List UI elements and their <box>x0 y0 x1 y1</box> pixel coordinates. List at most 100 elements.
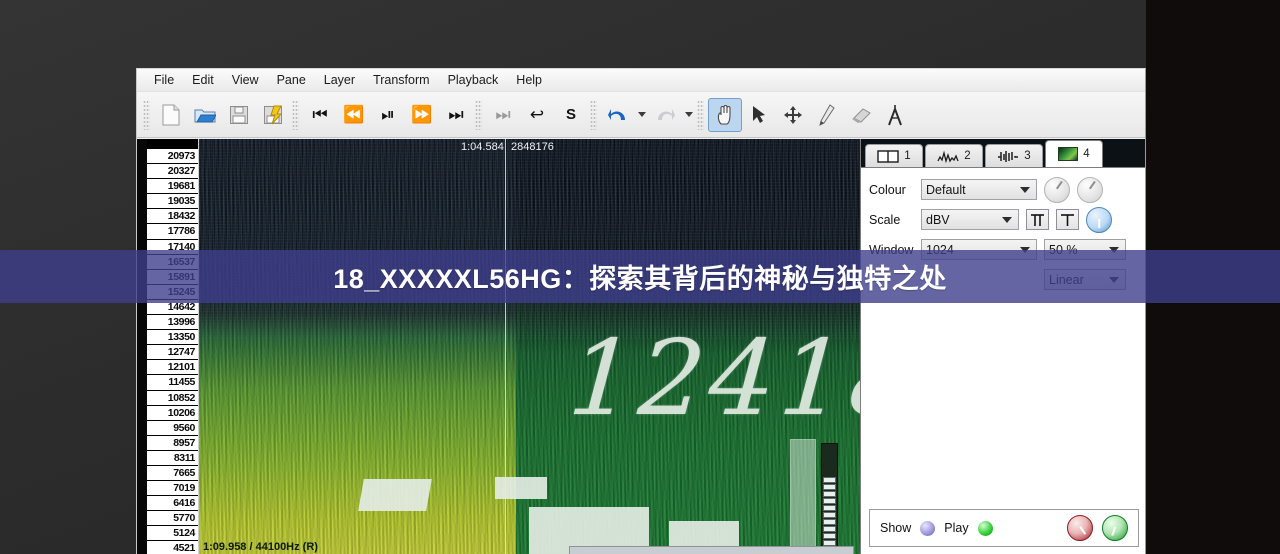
level-meter-segment <box>823 533 836 539</box>
level-meter-segment <box>823 519 836 525</box>
playback-status-label: 1:09.958 / 44100Hz (R) <box>203 541 318 553</box>
save-as-glyph <box>264 105 283 124</box>
frequency-tick: 19035 <box>147 194 198 210</box>
toolbar-grip-history[interactable] <box>590 99 597 130</box>
measure-caliper-icon[interactable] <box>878 98 912 132</box>
forward-to-end-glyph: ⏭ <box>448 105 464 124</box>
select-arrow-icon[interactable] <box>742 98 776 132</box>
undo-icon[interactable] <box>601 98 635 132</box>
menu-bar: File Edit View Pane Layer Transform Play… <box>137 69 1145 92</box>
menu-item-layer[interactable]: Layer <box>315 71 364 90</box>
play-pause-icon[interactable]: ⏯ <box>371 98 405 132</box>
open-folder-icon[interactable] <box>188 98 222 132</box>
menu-item-view[interactable]: View <box>223 71 268 90</box>
menu-item-edit[interactable]: Edit <box>183 71 223 90</box>
level-meter-segment <box>823 484 836 490</box>
redo-icon[interactable] <box>648 98 682 132</box>
toolbar: ⏮ ⏪ ⏯ ⏩ ⏭ ⏭ ↩ S <box>137 92 1145 138</box>
tab-pane-3[interactable]: 3 <box>985 144 1043 167</box>
tab-pane-4[interactable]: 4 <box>1045 140 1103 167</box>
forward-to-end-icon[interactable]: ⏭ <box>439 98 473 132</box>
spectrogram-thumb-icon <box>1058 147 1079 161</box>
open-folder-glyph <box>194 109 216 122</box>
frequency-tick: 7019 <box>147 481 198 497</box>
work-area: 20973 20327 19681 19035 18432 17786 1714… <box>137 139 1145 554</box>
rewind-to-start-icon[interactable]: ⏮ <box>303 98 337 132</box>
menu-item-help[interactable]: Help <box>507 71 551 90</box>
colour-select[interactable]: Default <box>921 179 1037 200</box>
spectrogram-canvas[interactable]: 1:04.584 2848176 12418 1:09.958 / 44100H… <box>199 139 860 554</box>
fast-forward-icon[interactable]: ⏩ <box>405 98 439 132</box>
normalize-columns-icon <box>1031 214 1044 226</box>
eraser-icon[interactable] <box>844 98 878 132</box>
audio-editor-window: File Edit View Pane Layer Transform Play… <box>136 68 1146 554</box>
menu-item-file[interactable]: File <box>145 71 183 90</box>
menu-item-pane[interactable]: Pane <box>268 71 315 90</box>
spectrogram-annotation-digits: 12418 <box>564 317 860 439</box>
spectrogram-high-frequency-noise <box>199 139 860 339</box>
play-led-toggle[interactable] <box>977 520 993 536</box>
colour-range-knob[interactable] <box>1077 176 1103 203</box>
normalize-peak-button[interactable] <box>1056 209 1079 230</box>
scale-value: dBV <box>926 212 950 227</box>
waveform-icon <box>937 149 959 163</box>
loop-playback-glyph: ↩ <box>529 105 545 124</box>
level-meter[interactable] <box>821 443 838 554</box>
step-forward-icon[interactable]: ⏭ <box>486 98 520 132</box>
gain-knob[interactable] <box>1067 515 1093 541</box>
tab-pane-2[interactable]: 2 <box>925 144 983 167</box>
new-document-icon[interactable] <box>154 98 188 132</box>
hand-glyph <box>717 104 731 125</box>
scale-gain-knob[interactable] <box>1086 206 1112 233</box>
frequency-tick: 10206 <box>147 405 198 421</box>
properties-panel: 1 2 3 4 Colour Default Scale dBV Show Pl… <box>860 139 1145 554</box>
step-forward-glyph: ⏭ <box>495 105 511 124</box>
pencil-draw-icon[interactable] <box>810 98 844 132</box>
annotation-blob <box>358 479 432 511</box>
hand-navigate-icon[interactable] <box>708 97 742 132</box>
colour-value: Default <box>926 182 966 197</box>
scale-select[interactable]: dBV <box>921 209 1019 230</box>
level-meter-segment <box>823 505 836 511</box>
save-as-icon[interactable] <box>256 98 290 132</box>
redo-dropdown-icon[interactable] <box>682 98 695 132</box>
tab-pane-2-label: 2 <box>964 150 971 162</box>
play-label: Play <box>944 521 969 535</box>
move-icon[interactable] <box>776 98 810 132</box>
toolbar-grip[interactable] <box>143 99 150 130</box>
frequency-tick: 13350 <box>147 330 198 346</box>
show-led-toggle[interactable] <box>920 520 936 536</box>
frequency-scale-axis[interactable]: 20973 20327 19681 19035 18432 17786 1714… <box>147 139 199 554</box>
normalize-peak-icon <box>1061 214 1074 226</box>
toolbar-grip-tools[interactable] <box>697 99 704 130</box>
tab-pane-4-label: 4 <box>1083 148 1090 160</box>
overlay-banner: 18_XXXXXL56HG：探索其背后的神秘与独特之处 <box>0 250 1280 303</box>
frequency-tick: 5770 <box>147 511 198 527</box>
loop-playback-icon[interactable]: ↩ <box>520 98 554 132</box>
annotation-blob <box>495 477 547 499</box>
normalize-columns-button[interactable] <box>1026 209 1049 230</box>
redo-glyph <box>658 108 675 120</box>
level-meter-segment <box>823 498 836 504</box>
colour-gain-knob[interactable] <box>1044 176 1070 203</box>
toolbar-grip-transport[interactable] <box>292 99 299 130</box>
frequency-tick: 13996 <box>147 315 198 331</box>
tab-pane-1[interactable]: 1 <box>865 144 923 167</box>
save-disk-icon[interactable] <box>222 98 256 132</box>
panel-body: Colour Default Scale dBV Show Play <box>861 167 1145 554</box>
frequency-tick: 17786 <box>147 224 198 240</box>
frequency-tick: 12101 <box>147 360 198 376</box>
toolbar-grip-loop[interactable] <box>475 99 482 130</box>
solo-icon[interactable]: S <box>554 98 588 132</box>
frequency-tick: 10852 <box>147 390 198 406</box>
pencil-glyph <box>819 103 835 126</box>
rewind-icon[interactable]: ⏪ <box>337 98 371 132</box>
menu-item-transform[interactable]: Transform <box>364 71 439 90</box>
fast-forward-glyph: ⏩ <box>411 105 433 124</box>
menu-item-playback[interactable]: Playback <box>439 71 508 90</box>
level-meter-segment <box>823 512 836 518</box>
pan-knob[interactable] <box>1102 515 1128 541</box>
horizontal-scrollbar[interactable] <box>569 546 854 554</box>
undo-dropdown-icon[interactable] <box>635 98 648 132</box>
rewind-glyph: ⏪ <box>343 105 365 124</box>
